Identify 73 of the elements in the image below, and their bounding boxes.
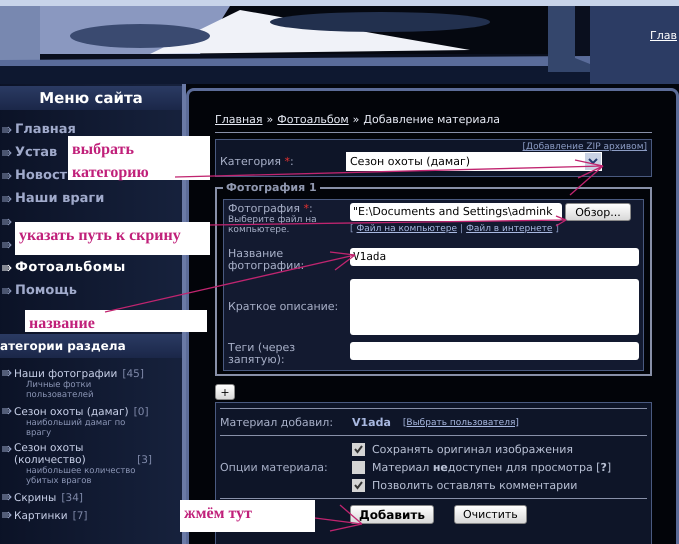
- link-divider: |: [460, 224, 464, 234]
- checkbox[interactable]: [352, 461, 365, 474]
- category-count: [3]: [137, 454, 152, 466]
- menu-item[interactable]: Новост: [15, 168, 68, 183]
- nav-link[interactable]: Глав: [650, 29, 677, 42]
- author-label: Материал добавил:: [220, 416, 334, 429]
- category-link[interactable]: Сезон охоты (количество): [14, 442, 132, 466]
- category-select[interactable]: Сезон охоты (дамаг): [346, 152, 602, 171]
- category-link[interactable]: Картинки: [14, 510, 68, 522]
- menu-item[interactable]: Главная: [15, 122, 76, 137]
- category-count: [34]: [61, 492, 83, 504]
- bullet-icon: [2, 172, 12, 180]
- annotation-text: выбрать категорию: [72, 141, 149, 181]
- add-button[interactable]: Добавить: [350, 505, 434, 524]
- category-count: [0]: [134, 406, 149, 418]
- bullet-icon: [2, 493, 12, 501]
- bullet-icon: [2, 369, 12, 377]
- category-link[interactable]: Скрины: [14, 492, 56, 504]
- file-hint: Выберите файл на компьютере.: [228, 215, 318, 235]
- menu-title: Меню сайта: [39, 89, 143, 107]
- source-link[interactable]: Файл в интернете: [466, 224, 552, 234]
- annotation-text: жмём тут: [184, 505, 252, 522]
- menu-item[interactable]: Фотоальбомы: [15, 260, 126, 275]
- annotation-text: указать путь к скрину: [19, 227, 181, 244]
- file-path-field[interactable]: "E:\Documents and Settings\admink: [350, 203, 562, 221]
- choose-user-link[interactable]: [Выбрать пользователя]: [402, 418, 519, 428]
- description-field[interactable]: [350, 279, 639, 335]
- photo-name-field[interactable]: V1ada: [350, 248, 639, 266]
- checkbox-label: Позволить оставлять комментарии: [372, 479, 578, 492]
- category-label: Категория *:: [220, 155, 295, 168]
- menu-item[interactable]: Наши враги: [15, 191, 104, 206]
- photo-name-label: Название фотографии:: [228, 248, 306, 272]
- breadcrumb-current: Добавление материала: [363, 113, 500, 126]
- checkbox[interactable]: [352, 479, 365, 492]
- options-label: Опции материала:: [220, 461, 329, 474]
- menu-item[interactable]: Помощь: [15, 283, 77, 298]
- category-description: наибольшее количество убитых врагов: [25, 466, 136, 486]
- browse-button[interactable]: Обзор...: [565, 203, 631, 221]
- zip-upload-link[interactable]: [Добавление ZIP архивом]: [220, 142, 647, 152]
- author-name: V1ada: [352, 416, 391, 429]
- breadcrumb-link[interactable]: Главная: [215, 113, 263, 126]
- category-count: [7]: [72, 510, 88, 522]
- bullet-icon: [2, 264, 12, 272]
- bullet-icon: [2, 511, 12, 519]
- breadcrumb-separator: »: [266, 113, 274, 126]
- description-label: Краткое описание:: [228, 301, 340, 313]
- bullet-icon: [2, 286, 12, 294]
- clear-button[interactable]: Очистить: [454, 505, 527, 524]
- add-photo-button[interactable]: +: [215, 384, 235, 400]
- bullet-icon: [2, 407, 12, 415]
- category-link[interactable]: Наши фотографии: [14, 368, 118, 380]
- bracket: [: [350, 224, 354, 234]
- category-link[interactable]: Сезон охоты (дамаг): [14, 406, 129, 418]
- category-description: наибольший дамаг по врагу: [25, 418, 126, 438]
- checkbox-label: Материал недоступен для просмотра [?]: [372, 461, 612, 474]
- category-description: Личные фотки пользователей: [25, 380, 95, 400]
- bullet-icon: [2, 126, 12, 134]
- breadcrumb-separator: »: [352, 113, 360, 126]
- tags-label: Теги (через запятую):: [228, 342, 296, 366]
- bullet-icon: [2, 194, 12, 202]
- bullet-icon: [2, 148, 12, 156]
- source-link[interactable]: Файл на компьютере: [356, 224, 458, 234]
- menu-item[interactable]: Устав: [15, 145, 58, 160]
- tags-field[interactable]: [350, 342, 639, 360]
- categories-title: атегории раздела: [0, 339, 126, 353]
- fieldset-legend: Фотография 1: [223, 181, 320, 194]
- breadcrumb-link[interactable]: Фотоальбом: [277, 113, 349, 126]
- photo-label: Фотография *:: [228, 203, 314, 215]
- bullet-icon: [2, 445, 12, 453]
- annotation-text: название: [29, 315, 95, 332]
- checkbox[interactable]: [352, 443, 365, 456]
- category-count: [45]: [122, 368, 144, 380]
- checkbox-label: Сохранять оригинал изображения: [372, 443, 573, 456]
